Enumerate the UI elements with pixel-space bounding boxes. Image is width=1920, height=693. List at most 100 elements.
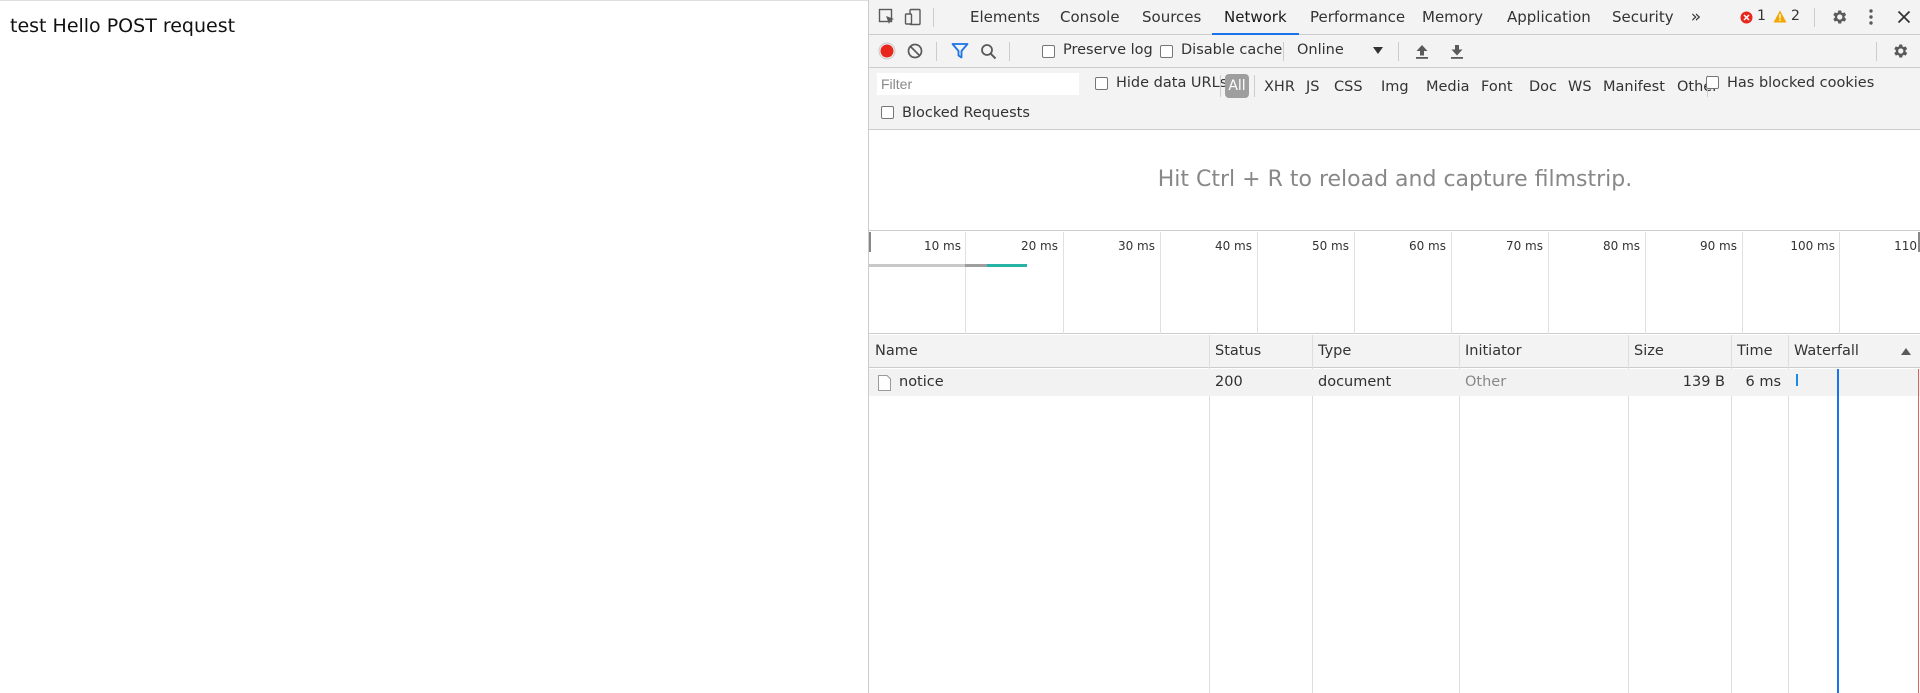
has-blocked-cookies-label: Has blocked cookies [1727, 75, 1875, 91]
type-filter-font[interactable]: Font [1481, 79, 1513, 95]
column-header-status[interactable]: Status [1209, 335, 1261, 368]
close-devtools-icon[interactable] [1894, 7, 1914, 27]
hide-data-urls-checkbox[interactable] [1095, 77, 1108, 90]
column-header-time[interactable]: Time [1731, 335, 1773, 368]
waterfall-dom-content-loaded-marker [1837, 369, 1839, 693]
toolbar-separator [1398, 42, 1399, 61]
column-header-type[interactable]: Type [1312, 335, 1351, 368]
toolbar-separator [1009, 42, 1010, 61]
overview-gridline [1451, 232, 1452, 334]
tab-console[interactable]: Console [1060, 0, 1120, 34]
page-body-text: test Hello POST request [10, 15, 236, 37]
tab-memory[interactable]: Memory [1422, 0, 1483, 34]
overview-tick-label: 10 ms [923, 239, 961, 253]
requests-table: Name Status Type Initiator Size Time Wat… [869, 335, 1920, 693]
overview-request-bar-waiting [869, 264, 965, 267]
tab-application[interactable]: Application [1507, 0, 1591, 34]
tab-network[interactable]: Network [1212, 0, 1299, 35]
chevron-down-icon[interactable] [1372, 44, 1384, 56]
tabbar-separator [933, 8, 934, 27]
preserve-log-checkbox[interactable] [1042, 45, 1055, 58]
overview-left-handle[interactable] [869, 232, 871, 252]
overview-gridline [1063, 232, 1064, 334]
requests-table-header: Name Status Type Initiator Size Time Wat… [869, 335, 1920, 368]
overview-gridline [1548, 232, 1549, 334]
request-status: 200 [1215, 374, 1243, 390]
sort-ascending-icon[interactable] [1900, 345, 1912, 357]
settings-gear-icon[interactable] [1829, 7, 1849, 27]
overview-tick-label: 40 ms [1214, 239, 1252, 253]
tabbar-separator [1814, 8, 1815, 27]
overview-gridline [1742, 232, 1743, 334]
filter-icon[interactable] [950, 41, 970, 61]
preserve-log-label: Preserve log [1063, 42, 1153, 58]
request-type: document [1318, 374, 1392, 390]
overview-tick-label: 80 ms [1602, 239, 1640, 253]
overview-tick-label: 60 ms [1408, 239, 1446, 253]
overview-gridline [1160, 232, 1161, 334]
more-tabs-chevron-icon[interactable]: » [1687, 7, 1705, 27]
network-settings-gear-icon[interactable] [1890, 41, 1910, 61]
devtools-tabbar: Elements Console Sources Network Perform… [869, 0, 1920, 35]
toolbar-separator [1876, 42, 1877, 61]
type-filter-doc[interactable]: Doc [1529, 79, 1557, 95]
device-toolbar-icon[interactable] [903, 7, 923, 27]
clear-icon[interactable] [905, 41, 925, 61]
overview-tick-label: 110 [1894, 239, 1917, 253]
filter-input[interactable] [877, 73, 1079, 95]
network-overview[interactable]: 10 ms 20 ms 30 ms 40 ms 50 ms 60 ms 70 m… [869, 232, 1920, 334]
more-options-kebab-icon[interactable] [1865, 7, 1877, 27]
type-filter-js[interactable]: JS [1306, 79, 1319, 95]
inspect-element-icon[interactable] [877, 7, 897, 27]
disable-cache-checkbox[interactable] [1160, 45, 1173, 58]
document-file-icon [877, 374, 891, 391]
overview-request-bar-stalled [965, 264, 987, 267]
tab-performance[interactable]: Performance [1310, 0, 1405, 34]
filter-separator [1254, 75, 1255, 97]
overview-tick-label: 20 ms [1020, 239, 1058, 253]
request-initiator: Other [1465, 374, 1507, 390]
error-count: 1 [1757, 8, 1766, 24]
column-header-waterfall[interactable]: Waterfall [1788, 335, 1859, 368]
column-header-name[interactable]: Name [869, 335, 918, 368]
tab-sources[interactable]: Sources [1142, 0, 1201, 34]
overview-tick-label: 90 ms [1699, 239, 1737, 253]
type-filter-img[interactable]: Img [1381, 79, 1409, 95]
export-har-icon[interactable] [1447, 41, 1467, 61]
table-row[interactable]: notice 200 document Other 139 B 6 ms [869, 369, 1920, 396]
network-toolbar: Preserve log Disable cache Online [869, 35, 1920, 68]
tab-elements[interactable]: Elements [970, 0, 1040, 34]
warning-count: 2 [1791, 8, 1800, 24]
overview-tick-label: 50 ms [1311, 239, 1349, 253]
type-filter-ws[interactable]: WS [1568, 79, 1592, 95]
column-header-size[interactable]: Size [1628, 335, 1664, 368]
filter-separator [1220, 75, 1221, 97]
blocked-requests-checkbox[interactable] [881, 106, 894, 119]
overview-gridline [1257, 232, 1258, 334]
hide-data-urls-label: Hide data URLs [1116, 75, 1228, 91]
tab-security[interactable]: Security [1612, 0, 1674, 34]
filmstrip-message: Hit Ctrl + R to reload and capture films… [1157, 167, 1633, 192]
throttling-select[interactable]: Online [1297, 42, 1344, 58]
type-filter-all[interactable]: All [1225, 74, 1249, 98]
record-icon[interactable] [877, 41, 897, 61]
toolbar-separator [1283, 42, 1284, 61]
type-filter-media[interactable]: Media [1426, 79, 1470, 95]
toolbar-separator [936, 42, 937, 61]
type-filter-xhr[interactable]: XHR [1264, 79, 1295, 95]
request-name: notice [899, 374, 944, 390]
error-icon[interactable] [1739, 10, 1753, 24]
has-blocked-cookies-checkbox[interactable] [1706, 76, 1719, 89]
disable-cache-label: Disable cache [1181, 42, 1283, 58]
request-size: 139 B [1682, 374, 1725, 390]
search-icon[interactable] [978, 41, 998, 61]
column-header-initiator[interactable]: Initiator [1459, 335, 1522, 368]
type-filter-manifest[interactable]: Manifest [1603, 79, 1665, 95]
overview-gridline [1645, 232, 1646, 334]
blocked-requests-label: Blocked Requests [902, 105, 1030, 121]
type-filter-css[interactable]: CSS [1334, 79, 1363, 95]
import-har-icon[interactable] [1412, 41, 1432, 61]
warning-icon[interactable] [1773, 9, 1787, 23]
overview-request-bar-download [987, 264, 1027, 267]
overview-gridline [1354, 232, 1355, 334]
